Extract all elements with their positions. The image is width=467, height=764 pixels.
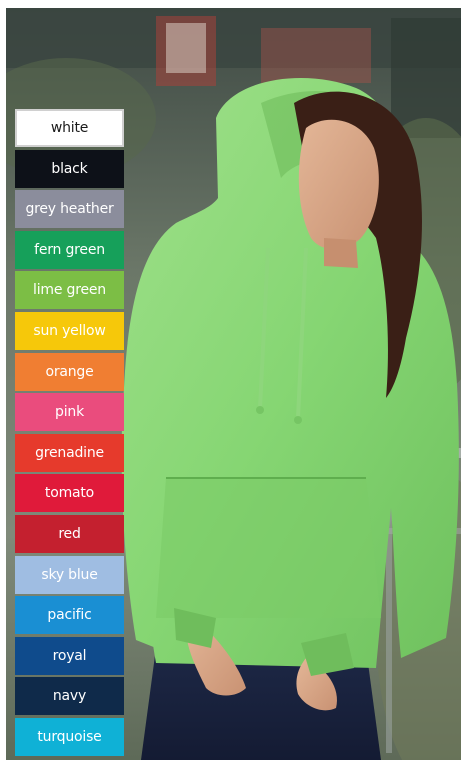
swatch-label: grey heather [25, 201, 114, 218]
swatch-label: pink [55, 404, 84, 421]
swatch-white[interactable]: white [15, 109, 124, 147]
swatch-red[interactable]: red [15, 514, 124, 553]
swatch-tomato[interactable]: tomato [15, 474, 124, 513]
swatch-navy[interactable]: navy [15, 677, 124, 716]
swatch-orange[interactable]: orange [15, 352, 124, 391]
swatch-label: pacific [47, 607, 92, 624]
swatch-pink[interactable]: pink [15, 393, 124, 432]
color-swatch-list: white black grey heather fern green lime gre… [15, 109, 124, 759]
swatch-royal[interactable]: royal [15, 636, 124, 675]
swatch-label: navy [52, 688, 87, 705]
swatch-label: grenadine [35, 444, 104, 461]
swatch-label: black [51, 160, 88, 177]
swatch-label: lime green [33, 282, 106, 299]
swatch-sun-yellow[interactable]: sun yellow [15, 311, 124, 350]
swatch-black[interactable]: black [15, 149, 124, 188]
swatch-label: orange [45, 363, 94, 380]
swatch-label: white [50, 120, 89, 136]
swatch-grey-heather[interactable]: grey heather [15, 190, 124, 229]
swatch-fern-green[interactable]: fern green [15, 230, 124, 269]
swatch-label: royal [52, 647, 87, 664]
swatch-label: tomato [44, 485, 95, 502]
swatch-label: fern green [34, 241, 105, 258]
swatch-label: red [58, 525, 81, 542]
product-photo-frame: white black grey heather fern green lime gre… [6, 8, 461, 760]
swatch-pacific[interactable]: pacific [15, 596, 124, 635]
swatch-label: sun yellow [33, 322, 106, 339]
swatch-sky-blue[interactable]: sky blue [15, 555, 124, 594]
swatch-grenadine[interactable]: grenadine [15, 433, 124, 472]
swatch-label: turquoise [37, 728, 102, 745]
swatch-lime-green[interactable]: lime green [15, 271, 124, 310]
swatch-label: sky blue [41, 566, 98, 583]
swatch-turquoise[interactable]: turquoise [15, 717, 124, 756]
